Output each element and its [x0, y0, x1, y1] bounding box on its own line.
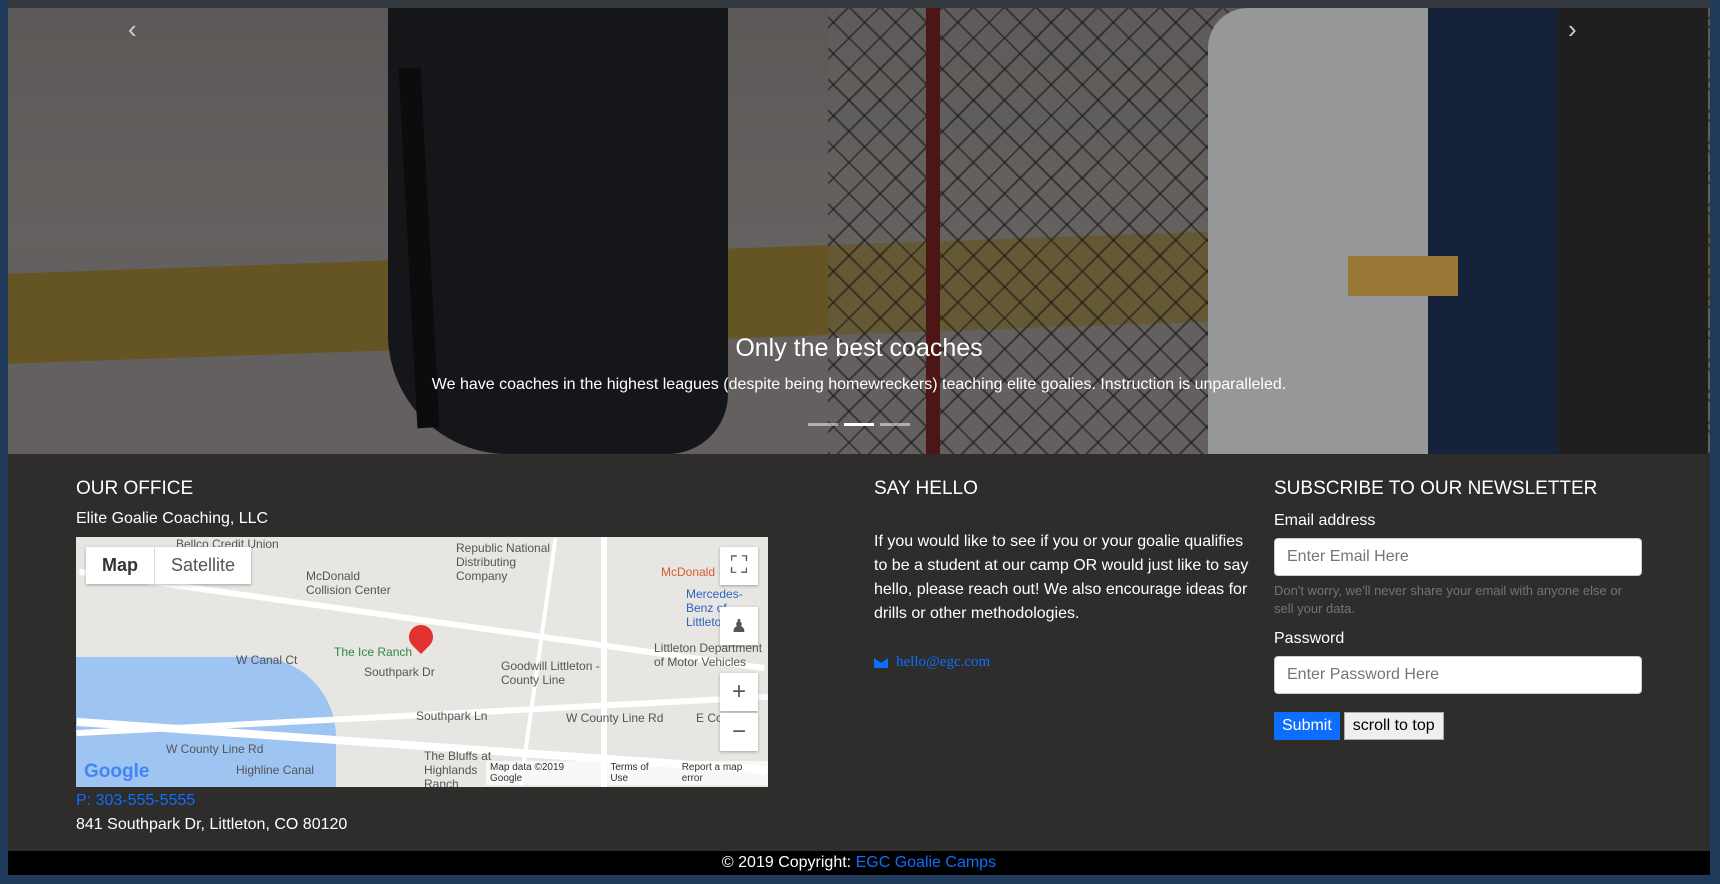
map-label: Southpark Dr: [364, 665, 435, 679]
email-help-text: Don't worry, we'll never share your emai…: [1274, 583, 1622, 616]
submit-button[interactable]: Submit: [1274, 712, 1340, 740]
carousel-indicator[interactable]: [844, 423, 874, 426]
carousel-indicator[interactable]: [808, 423, 838, 426]
google-logo: Google: [84, 761, 150, 782]
company-name: Elite Goalie Coaching, LLC: [76, 510, 269, 527]
subscribe-heading: SUBSCRIBE TO OUR NEWSLETTER: [1274, 478, 1598, 499]
phone-link[interactable]: P: 303-555-5555: [76, 792, 195, 810]
map-label: McDonald: [661, 565, 716, 579]
zoom-out-button[interactable]: −: [720, 713, 758, 751]
carousel-prev-icon[interactable]: ‹: [128, 16, 137, 42]
copyright-link[interactable]: EGC Goalie Camps: [856, 854, 997, 871]
map-label: McDonald Collision Center: [306, 569, 391, 597]
email-label: Email address: [1274, 512, 1376, 529]
map-label: Goodwill Littleton - County Line: [501, 659, 600, 687]
form-buttons: Submit scroll to top: [1274, 712, 1654, 740]
email-line: hello@egc.com: [874, 654, 1254, 671]
office-heading: OUR OFFICE: [76, 478, 194, 499]
hero-carousel: ‹ › Only the best coaches We have coache…: [8, 8, 1710, 454]
map-road: [601, 537, 607, 787]
envelope-icon: [874, 657, 888, 668]
office-column: OUR OFFICE Elite Goalie Coaching, LLC Be…: [76, 478, 776, 833]
map-label: W County Line Rd: [166, 742, 264, 756]
map-label: Littleton Department of Motor Vehicles: [654, 641, 763, 669]
email-input[interactable]: [1274, 538, 1642, 576]
map-label: Southpark Ln: [416, 709, 488, 723]
email-link[interactable]: hello@egc.com: [896, 654, 990, 671]
page-frame: ‹ › Only the best coaches We have coache…: [8, 0, 1710, 875]
carousel-indicator[interactable]: [880, 423, 910, 426]
map-type-control: Map Satellite: [86, 547, 252, 584]
hello-heading: SAY HELLO: [874, 478, 978, 499]
subscribe-column: SUBSCRIBE TO OUR NEWSLETTER Email addres…: [1274, 478, 1654, 740]
fullscreen-icon[interactable]: ⛶: [720, 547, 758, 585]
terms-link[interactable]: Terms of Use: [610, 762, 667, 784]
map-label: Highline Canal: [236, 763, 315, 777]
map-data-text: Map data ©2019 Google: [490, 762, 565, 784]
zoom-in-button[interactable]: +: [720, 673, 758, 711]
password-label: Password: [1274, 630, 1345, 647]
office-address: 841 Southpark Dr, Littleton, CO 80120: [76, 816, 348, 833]
carousel-next-icon[interactable]: ›: [1568, 16, 1577, 42]
scroll-to-top-button[interactable]: scroll to top: [1343, 712, 1444, 740]
copyright-bar: © 2019 Copyright: EGC Goalie Camps: [8, 851, 1710, 875]
top-bar: [8, 0, 1710, 8]
embedded-map[interactable]: Bellco Credit Union Republic National Di…: [76, 537, 768, 787]
map-label: W Canal Ct: [236, 653, 298, 667]
map-label: The Ice Ranch: [334, 645, 413, 659]
map-label: W County Line Rd: [566, 711, 664, 725]
slide-text: We have coaches in the highest leagues (…: [431, 376, 1287, 393]
hello-column: SAY HELLO If you would like to see if yo…: [874, 478, 1254, 671]
copyright-text: © 2019 Copyright:: [721, 854, 852, 871]
report-link[interactable]: Report a map error: [682, 762, 764, 784]
password-input[interactable]: [1274, 656, 1642, 694]
map-label: Republic National Distributing Company: [456, 541, 551, 583]
hello-text: If you would like to see if you or your …: [874, 533, 1249, 622]
map-type-map-button[interactable]: Map: [86, 547, 154, 584]
slide-title: Only the best coaches: [735, 334, 983, 362]
map-type-satellite-button[interactable]: Satellite: [154, 547, 251, 584]
pegman-icon[interactable]: ♟: [720, 607, 758, 645]
map-footer: Map data ©2019 Google Terms of Use Repor…: [486, 761, 768, 785]
carousel-indicators: [808, 423, 910, 426]
